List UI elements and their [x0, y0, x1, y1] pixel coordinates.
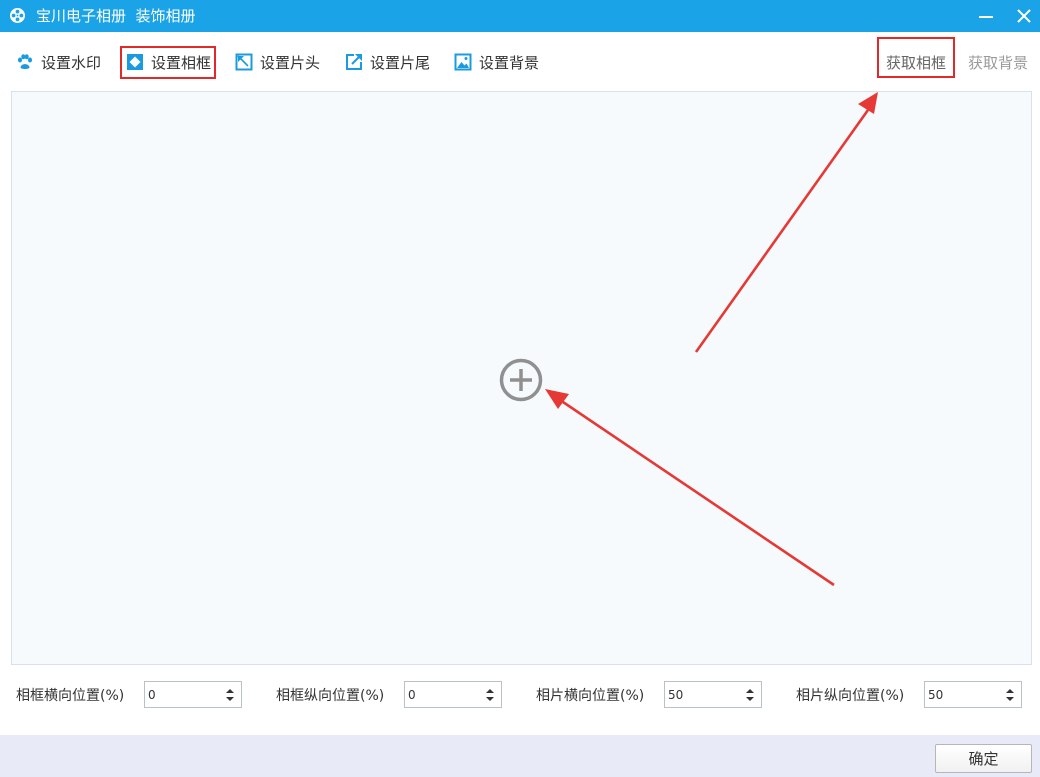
window-title: 宝川电子相册 装饰相册 — [36, 7, 196, 25]
tab-set-watermark[interactable]: 设置水印 — [16, 50, 101, 74]
tab-set-opening[interactable]: 设置片头 — [235, 50, 320, 74]
tab-set-background-label: 设置背景 — [479, 53, 540, 72]
tab-set-ending-label: 设置片尾 — [370, 53, 431, 72]
ending-icon — [346, 54, 362, 70]
highlight-box-get-frame — [877, 37, 955, 78]
minimize-button[interactable] — [970, 0, 1002, 32]
bottom-bar — [0, 735, 1040, 777]
spin-arrows-icon[interactable] — [225, 686, 235, 704]
tab-set-ending[interactable]: 设置片尾 — [345, 50, 430, 74]
photo-vertical-label: 相片纵向位置(%) — [796, 688, 905, 704]
plus-circle-icon[interactable] — [498, 357, 544, 403]
frame-horizontal-label: 相框横向位置(%) — [16, 688, 125, 704]
frame-horizontal-input[interactable] — [145, 682, 223, 707]
close-icon — [1017, 9, 1031, 23]
spin-arrows-icon[interactable] — [485, 686, 495, 704]
frame-horizontal-spinbox[interactable] — [144, 681, 242, 708]
minimize-icon — [979, 16, 993, 18]
photo-horizontal-spinbox[interactable] — [664, 681, 762, 708]
paw-icon — [18, 54, 32, 69]
position-controls: 相框横向位置(%) 相框纵向位置(%) 相片横向位置(%) 相片纵向位置(%) — [0, 680, 1040, 710]
photo-vertical-spinbox[interactable] — [924, 681, 1022, 708]
ok-button[interactable]: 确定 — [935, 744, 1032, 773]
frame-vertical-input[interactable] — [405, 682, 483, 707]
title-bar: 宝川电子相册 装饰相册 — [0, 0, 1040, 32]
film-reel-icon — [10, 8, 25, 23]
opening-icon — [235, 53, 253, 71]
frame-vertical-label: 相框纵向位置(%) — [276, 688, 385, 704]
tab-set-opening-label: 设置片头 — [260, 53, 321, 72]
frame-vertical-spinbox[interactable] — [404, 681, 502, 708]
photo-vertical-input[interactable] — [925, 682, 1003, 707]
highlight-box-set-frame — [120, 46, 216, 79]
background-image-icon — [454, 53, 472, 71]
spin-arrows-icon[interactable] — [745, 686, 755, 704]
close-button[interactable] — [1008, 0, 1040, 32]
tab-set-background[interactable]: 设置背景 — [454, 50, 539, 74]
get-background-link[interactable]: 获取背景 — [968, 50, 1028, 74]
tab-set-watermark-label: 设置水印 — [41, 53, 102, 72]
spin-arrows-icon[interactable] — [1005, 686, 1015, 704]
photo-horizontal-input[interactable] — [665, 682, 743, 707]
photo-horizontal-label: 相片横向位置(%) — [536, 688, 645, 704]
